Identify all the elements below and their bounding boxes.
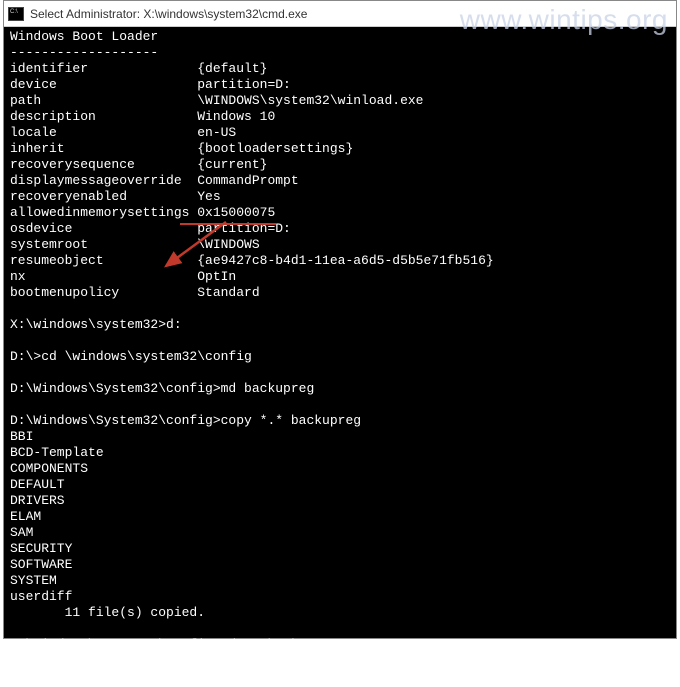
terminal-output[interactable]: Windows Boot Loader ------------------- …	[4, 27, 676, 687]
window-title: Select Administrator: X:\windows\system3…	[30, 7, 307, 21]
osdevice-underline-annotation	[180, 223, 276, 225]
cmd-window: Select Administrator: X:\windows\system3…	[3, 0, 677, 639]
cmd-icon	[8, 7, 24, 21]
titlebar[interactable]: Select Administrator: X:\windows\system3…	[4, 1, 676, 27]
